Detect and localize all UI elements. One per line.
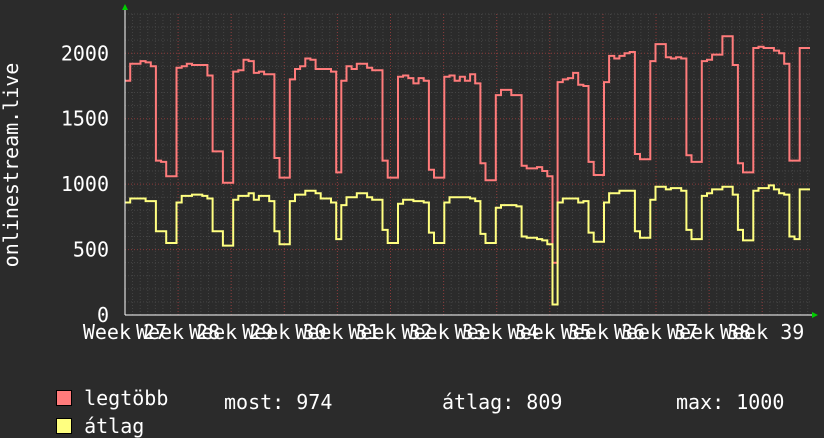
stat-maximum: max: 1000 (676, 390, 785, 414)
stat-current: most: 974 (224, 390, 333, 414)
y-tick-label: 1000 (61, 172, 109, 196)
tick-labels: 0500100015002000Week 27Week 28Week 29Wee… (61, 41, 805, 344)
y-axis-label: onlinestream.live (0, 63, 23, 268)
legend-label-avg: átlag (84, 414, 145, 438)
y-tick-label: 500 (73, 238, 109, 262)
legend-swatch-avg (56, 418, 73, 434)
x-axis-arrow (812, 312, 818, 318)
chart: 0500100015002000Week 27Week 28Week 29Wee… (0, 4, 818, 344)
y-tick-label: 2000 (61, 41, 109, 65)
axes (122, 4, 818, 318)
legend-item-avg: átlag (32, 390, 144, 438)
x-tick-label: Week 39 (720, 320, 804, 344)
series (125, 35, 810, 306)
series-line-max (125, 35, 810, 264)
y-tick-label: 1500 (61, 107, 109, 131)
stat-average: átlag: 809 (442, 390, 563, 414)
y-axis-arrow (122, 4, 128, 10)
series-line-avg (125, 184, 810, 306)
